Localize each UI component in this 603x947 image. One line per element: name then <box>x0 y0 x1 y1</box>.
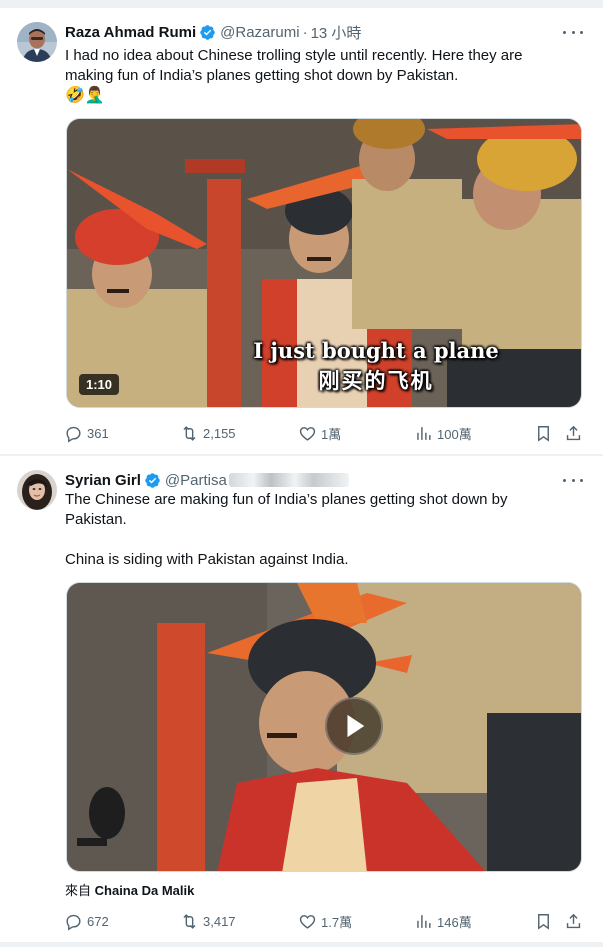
tweet-text: I had no idea about Chinese trolling sty… <box>65 46 565 106</box>
repost-button[interactable]: 3,417 <box>180 910 236 932</box>
bookmark-icon <box>538 913 549 930</box>
avatar[interactable] <box>17 22 57 62</box>
tweet-text-line: China is siding with Pakistan against In… <box>65 551 349 568</box>
play-icon <box>347 714 365 738</box>
repost-icon <box>183 913 196 929</box>
separator-dot: · <box>302 23 308 41</box>
video-player[interactable]: I just bought a plane 刚买的飞机 1:10 <box>66 118 582 408</box>
reply-count: 672 <box>87 913 109 929</box>
repost-button[interactable]: 2,155 <box>180 422 236 444</box>
tweet-header: Syrian Girl @Partisa <box>65 470 349 490</box>
blurred-handle-region <box>228 473 349 487</box>
repost-count: 3,417 <box>203 913 236 929</box>
tweet-action-bar: 361 2,155 1萬 100萬 <box>64 422 584 444</box>
tweet-text-line: making fun of India’s planes getting sho… <box>65 67 459 84</box>
tweet-1[interactable]: Raza Ahmad Rumi @Razarumi · 13 小時 I had … <box>0 8 603 454</box>
share-button[interactable] <box>564 910 587 932</box>
handle[interactable]: @Partisa <box>165 472 227 489</box>
reply-button[interactable]: 361 <box>64 422 109 444</box>
reply-button[interactable]: 672 <box>64 910 109 932</box>
reply-icon <box>66 914 81 930</box>
tweet-text: The Chinese are making fun of India’s pl… <box>65 490 565 570</box>
view-count: 146萬 <box>437 914 472 930</box>
repost-icon <box>183 425 196 441</box>
tweet-2[interactable]: Syrian Girl @Partisa The Chinese are mak… <box>0 456 603 942</box>
video-player[interactable] <box>66 582 582 872</box>
like-button[interactable]: 1萬 <box>298 422 341 444</box>
source-prefix: 來自 <box>65 883 92 898</box>
analytics-icon <box>417 914 431 928</box>
bookmark-button[interactable] <box>534 422 557 444</box>
tweet-header: Raza Ahmad Rumi @Razarumi · 13 小時 <box>65 22 361 42</box>
bookmark-icon <box>538 425 549 442</box>
emoji-line: 🤣🤦‍♂️ <box>65 87 105 104</box>
video-source-attribution: 來自 Chaina Da Malik <box>65 880 194 899</box>
tweet-action-bar: 672 3,417 1.7萬 146萬 <box>64 910 584 932</box>
video-duration-badge: 1:10 <box>79 374 120 395</box>
like-count: 1萬 <box>321 426 342 442</box>
like-button[interactable]: 1.7萬 <box>298 910 352 932</box>
reply-icon <box>66 426 81 442</box>
verified-badge-icon <box>199 24 216 41</box>
analytics-icon <box>417 426 431 440</box>
display-name[interactable]: Syrian Girl <box>65 472 141 489</box>
repost-count: 2,155 <box>203 425 236 441</box>
video-subtitle-chinese: 刚买的飞机 <box>318 368 434 393</box>
heart-icon <box>299 914 316 929</box>
tweet-text-line: Pakistan. <box>65 511 127 528</box>
video-subtitle-english: I just bought a plane <box>253 338 499 363</box>
verified-badge-icon <box>144 472 161 489</box>
play-button[interactable] <box>325 697 383 755</box>
views-button[interactable]: 146萬 <box>414 910 472 932</box>
tweet-text-line: I had no idea about Chinese trolling sty… <box>65 47 523 64</box>
like-count: 1.7萬 <box>321 914 353 930</box>
timestamp[interactable]: 13 小時 <box>311 22 362 43</box>
views-button[interactable]: 100萬 <box>414 422 472 444</box>
reply-count: 361 <box>87 425 109 441</box>
share-icon <box>566 913 581 928</box>
more-options-icon[interactable] <box>563 472 583 488</box>
heart-icon <box>299 426 316 441</box>
avatar[interactable] <box>17 470 57 510</box>
bookmark-button[interactable] <box>534 910 557 932</box>
handle[interactable]: @Razarumi <box>220 24 299 41</box>
more-options-icon[interactable] <box>563 24 583 40</box>
source-account-link[interactable]: Chaina Da Malik <box>95 883 195 898</box>
share-button[interactable] <box>564 422 587 444</box>
tweet-text-line: The Chinese are making fun of India’s pl… <box>65 491 508 508</box>
view-count: 100萬 <box>437 426 472 442</box>
display-name[interactable]: Raza Ahmad Rumi <box>65 24 196 41</box>
share-icon <box>566 425 581 440</box>
